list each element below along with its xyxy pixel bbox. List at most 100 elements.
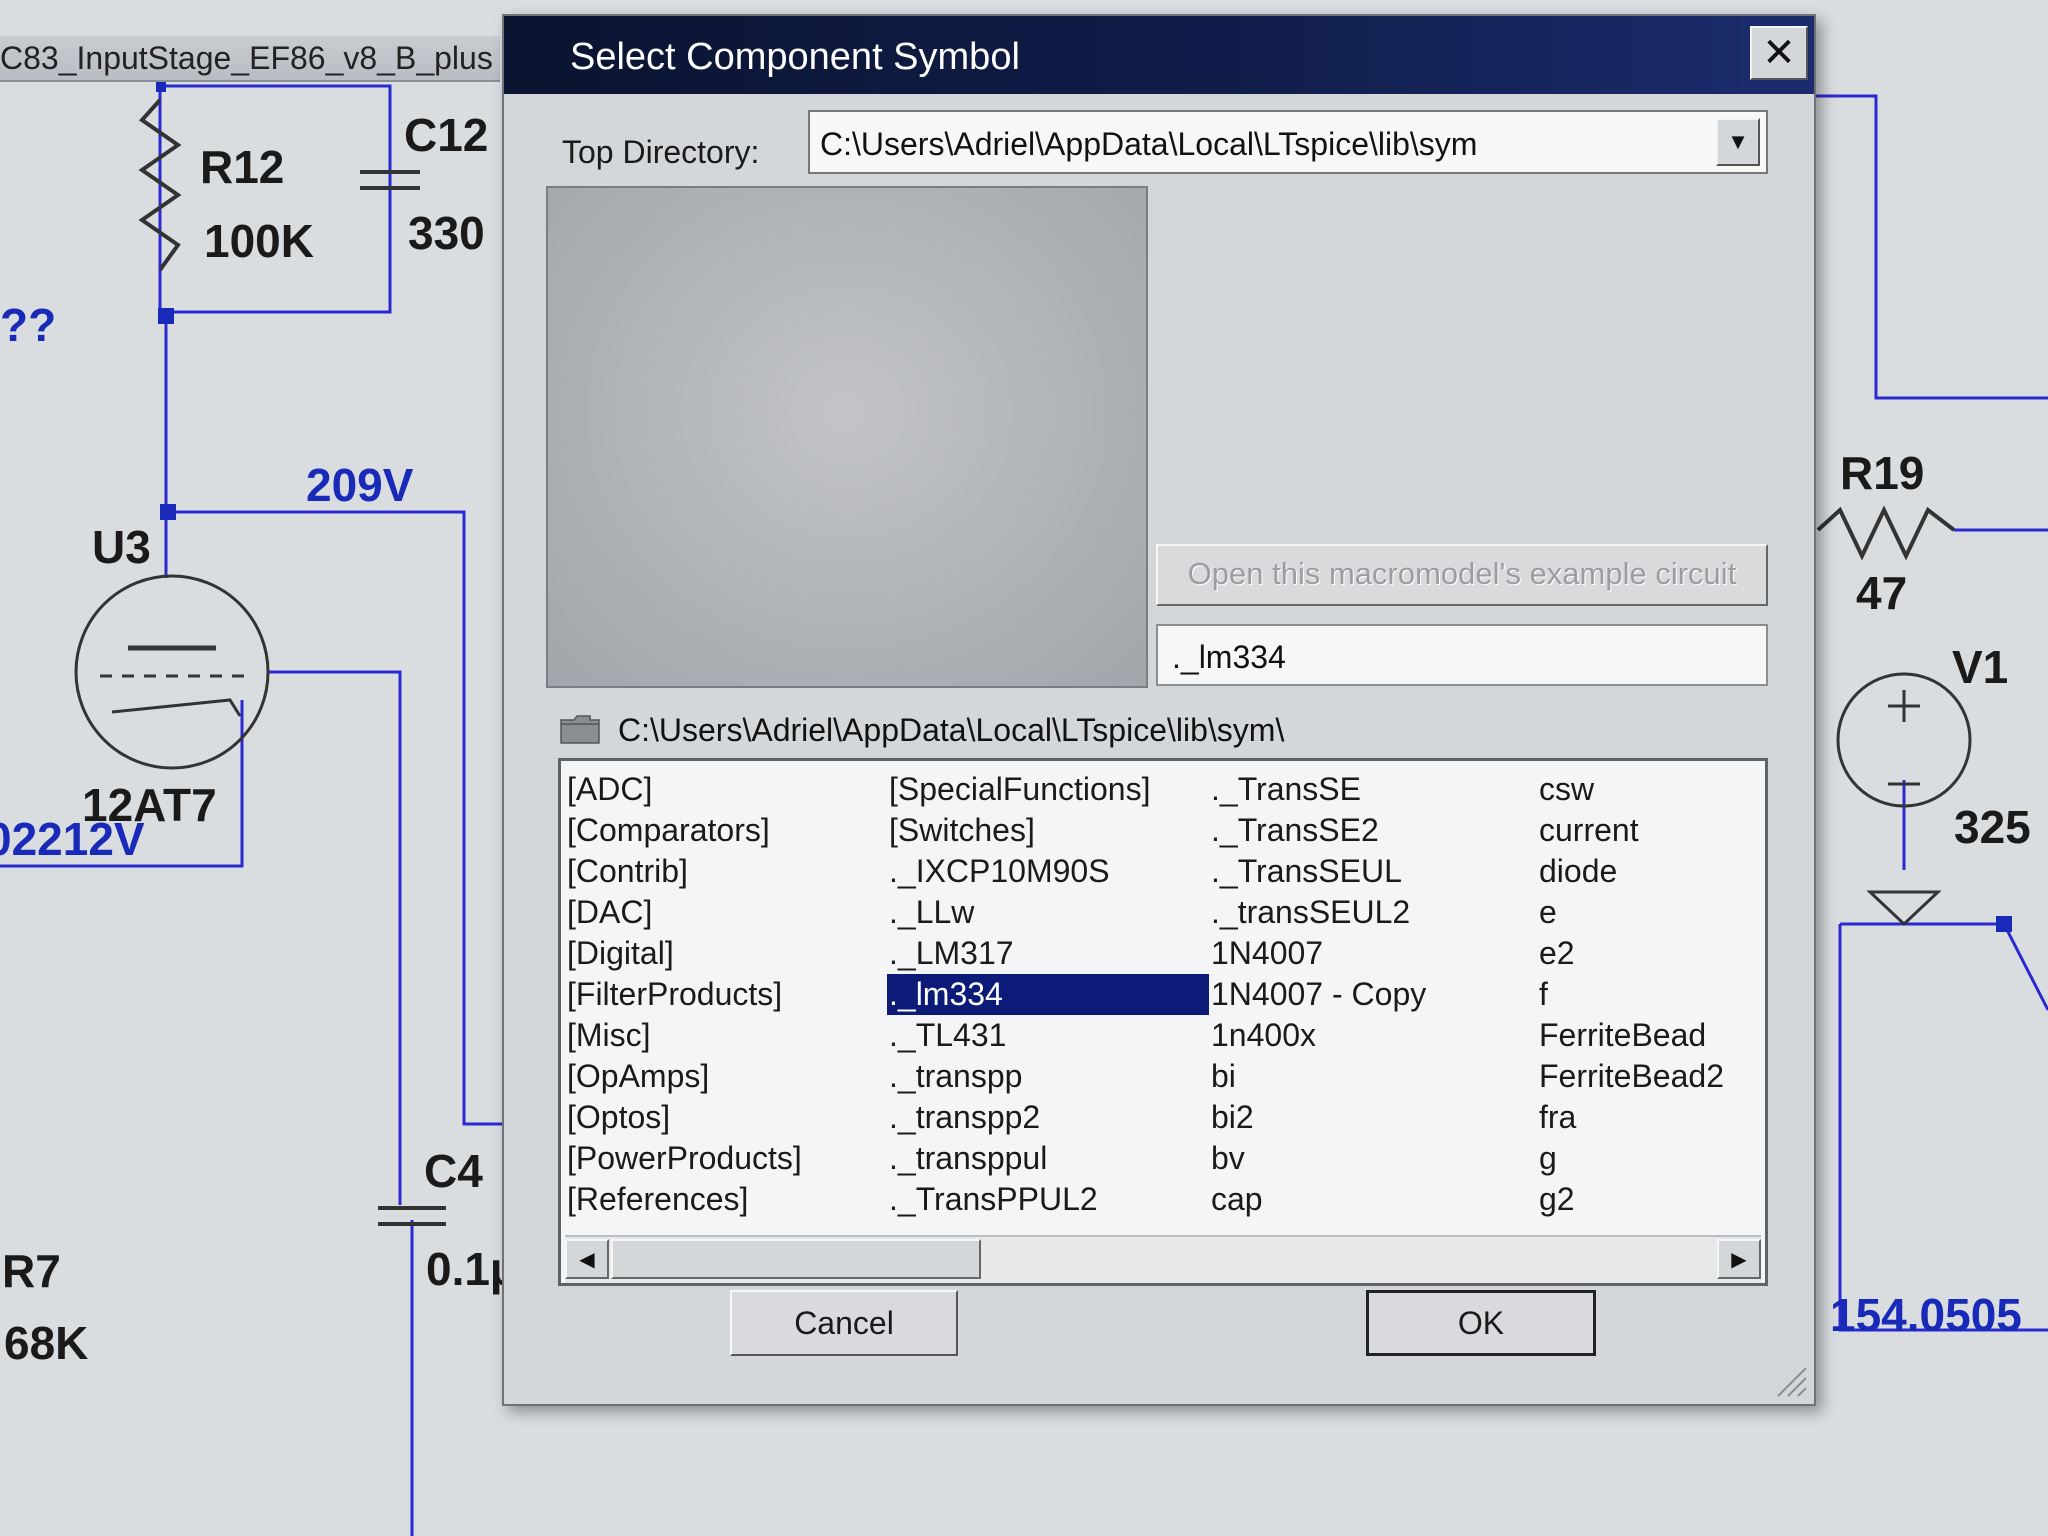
junction-node <box>158 308 174 324</box>
junction-node <box>156 82 166 92</box>
r12-label: R12 <box>200 141 285 193</box>
close-icon: ✕ <box>1762 31 1796 75</box>
list-item[interactable]: [PowerProducts] <box>565 1138 802 1179</box>
list-item-selected[interactable]: ._lm334 <box>887 974 1209 1015</box>
list-item[interactable]: fra <box>1537 1097 1724 1138</box>
list-item[interactable]: [Digital] <box>565 933 802 974</box>
voltage-left: 02212V <box>0 813 145 865</box>
list-item[interactable]: bv <box>1209 1138 1426 1179</box>
list-item[interactable]: [OpAmps] <box>565 1056 802 1097</box>
v1-value: 325 <box>1954 801 2031 853</box>
symbol-list-column-4: csw current diode e e2 f FerriteBead Fer… <box>1537 769 1724 1220</box>
top-directory-label: Top Directory: <box>562 134 760 170</box>
junction-node <box>160 504 176 520</box>
list-item[interactable]: [Optos] <box>565 1097 802 1138</box>
list-item[interactable]: ._transSEUL2 <box>1209 892 1426 933</box>
select-component-dialog: Select Component Symbol ✕ Top Directory:… <box>502 14 1816 1406</box>
list-item[interactable]: [References] <box>565 1179 802 1220</box>
wire <box>1812 94 2048 400</box>
wire <box>160 84 392 314</box>
list-item[interactable]: FerriteBead2 <box>1537 1056 1724 1097</box>
list-item[interactable]: [DAC] <box>565 892 802 933</box>
r19-value: 47 <box>1856 567 1908 619</box>
cancel-button[interactable]: Cancel <box>730 1290 958 1356</box>
list-item[interactable]: diode <box>1537 851 1724 892</box>
list-item[interactable]: [Comparators] <box>565 810 802 851</box>
horizontal-scrollbar[interactable]: ◀ ▶ <box>565 1235 1761 1283</box>
list-item[interactable]: ._TL431 <box>887 1015 1209 1056</box>
v1-label: V1 <box>1952 641 2009 693</box>
list-item[interactable]: ._TransSE <box>1209 769 1426 810</box>
arrow-right-icon: ▶ <box>1731 1248 1747 1271</box>
wire <box>1838 924 2048 1332</box>
chevron-down-icon: ▼ <box>1727 129 1749 154</box>
list-item[interactable]: bi2 <box>1209 1097 1426 1138</box>
list-item[interactable]: csw <box>1537 769 1724 810</box>
symbol-list-column-1: [ADC] [Comparators] [Contrib] [DAC] [Dig… <box>565 769 802 1220</box>
r7-label: R7 <box>2 1245 61 1297</box>
list-item[interactable]: [Misc] <box>565 1015 802 1056</box>
list-item[interactable]: ._LM317 <box>887 933 1209 974</box>
list-item[interactable]: [SpecialFunctions] <box>887 769 1209 810</box>
c12-label: C12 <box>404 109 489 161</box>
top-directory-dropdown-button[interactable]: ▼ <box>1716 118 1760 166</box>
voltage-unknown: ?? <box>0 299 57 351</box>
list-item[interactable]: g <box>1537 1138 1724 1179</box>
u3-label: U3 <box>92 521 151 573</box>
list-item[interactable]: e <box>1537 892 1724 933</box>
folder-icon <box>560 715 600 744</box>
c12-value: 330 <box>408 207 485 259</box>
ok-button[interactable]: OK <box>1366 1290 1596 1356</box>
wire <box>1840 922 2048 1011</box>
list-item[interactable]: g2 <box>1537 1179 1724 1220</box>
symbol-name-value: ._lm334 <box>1172 639 1286 675</box>
dialog-titlebar[interactable]: Select Component Symbol ✕ <box>504 16 1814 94</box>
list-item[interactable]: FerriteBead <box>1537 1015 1724 1056</box>
wire <box>166 510 508 1126</box>
list-item[interactable]: f <box>1537 974 1724 1015</box>
open-example-circuit-button[interactable]: Open this macromodel's example circuit <box>1156 544 1768 606</box>
list-item[interactable]: 1N4007 <box>1209 933 1426 974</box>
list-item[interactable]: bi <box>1209 1056 1426 1097</box>
arrow-left-icon: ◀ <box>579 1248 595 1271</box>
current-path-label: C:\Users\Adriel\AppData\Local\LTspice\li… <box>618 712 1285 748</box>
symbol-name-field[interactable]: ._lm334 <box>1156 624 1768 686</box>
close-button[interactable]: ✕ <box>1750 26 1808 80</box>
dialog-title: Select Component Symbol <box>570 36 1020 78</box>
top-directory-select[interactable]: C:\Users\Adriel\AppData\Local\LTspice\li… <box>808 110 1768 174</box>
scroll-right-button[interactable]: ▶ <box>1717 1239 1761 1279</box>
junction-node <box>1996 916 2012 932</box>
list-item[interactable]: ._transpp <box>887 1056 1209 1097</box>
list-item[interactable]: e2 <box>1537 933 1724 974</box>
symbol-preview-pane <box>546 186 1148 688</box>
wire <box>268 670 402 1205</box>
list-item[interactable]: ._LLw <box>887 892 1209 933</box>
list-item[interactable]: [ADC] <box>565 769 802 810</box>
list-item[interactable]: cap <box>1209 1179 1426 1220</box>
list-item[interactable]: ._transpp2 <box>887 1097 1209 1138</box>
top-directory-value: C:\Users\Adriel\AppData\Local\LTspice\li… <box>820 126 1478 162</box>
scroll-left-button[interactable]: ◀ <box>565 1239 609 1279</box>
symbol-list-column-2: [SpecialFunctions] [Switches] ._IXCP10M9… <box>887 769 1209 1220</box>
voltage-right: 154.0505 <box>1830 1289 2022 1341</box>
resize-grip-icon[interactable] <box>1772 1362 1808 1398</box>
list-item[interactable]: [Contrib] <box>565 851 802 892</box>
symbol-list[interactable]: [ADC] [Comparators] [Contrib] [DAC] [Dig… <box>558 758 1768 1286</box>
list-item[interactable]: ._TransSEUL <box>1209 851 1426 892</box>
c4-label: C4 <box>424 1145 483 1197</box>
list-item[interactable]: ._TransPPUL2 <box>887 1179 1209 1220</box>
scrollbar-thumb[interactable] <box>611 1239 981 1279</box>
voltage-209: 209V <box>306 459 414 511</box>
list-item[interactable]: ._transppul <box>887 1138 1209 1179</box>
list-item[interactable]: [Switches] <box>887 810 1209 851</box>
r12-value: 100K <box>204 215 314 267</box>
list-item[interactable]: ._IXCP10M90S <box>887 851 1209 892</box>
r19-label: R19 <box>1840 447 1925 499</box>
list-item[interactable]: 1N4007 - Copy <box>1209 974 1426 1015</box>
list-item[interactable]: [FilterProducts] <box>565 974 802 1015</box>
r7-value: 68K <box>4 1317 89 1369</box>
list-item[interactable]: 1n400x <box>1209 1015 1426 1056</box>
u3-tube-symbol <box>74 574 270 770</box>
list-item[interactable]: current <box>1537 810 1724 851</box>
list-item[interactable]: ._TransSE2 <box>1209 810 1426 851</box>
